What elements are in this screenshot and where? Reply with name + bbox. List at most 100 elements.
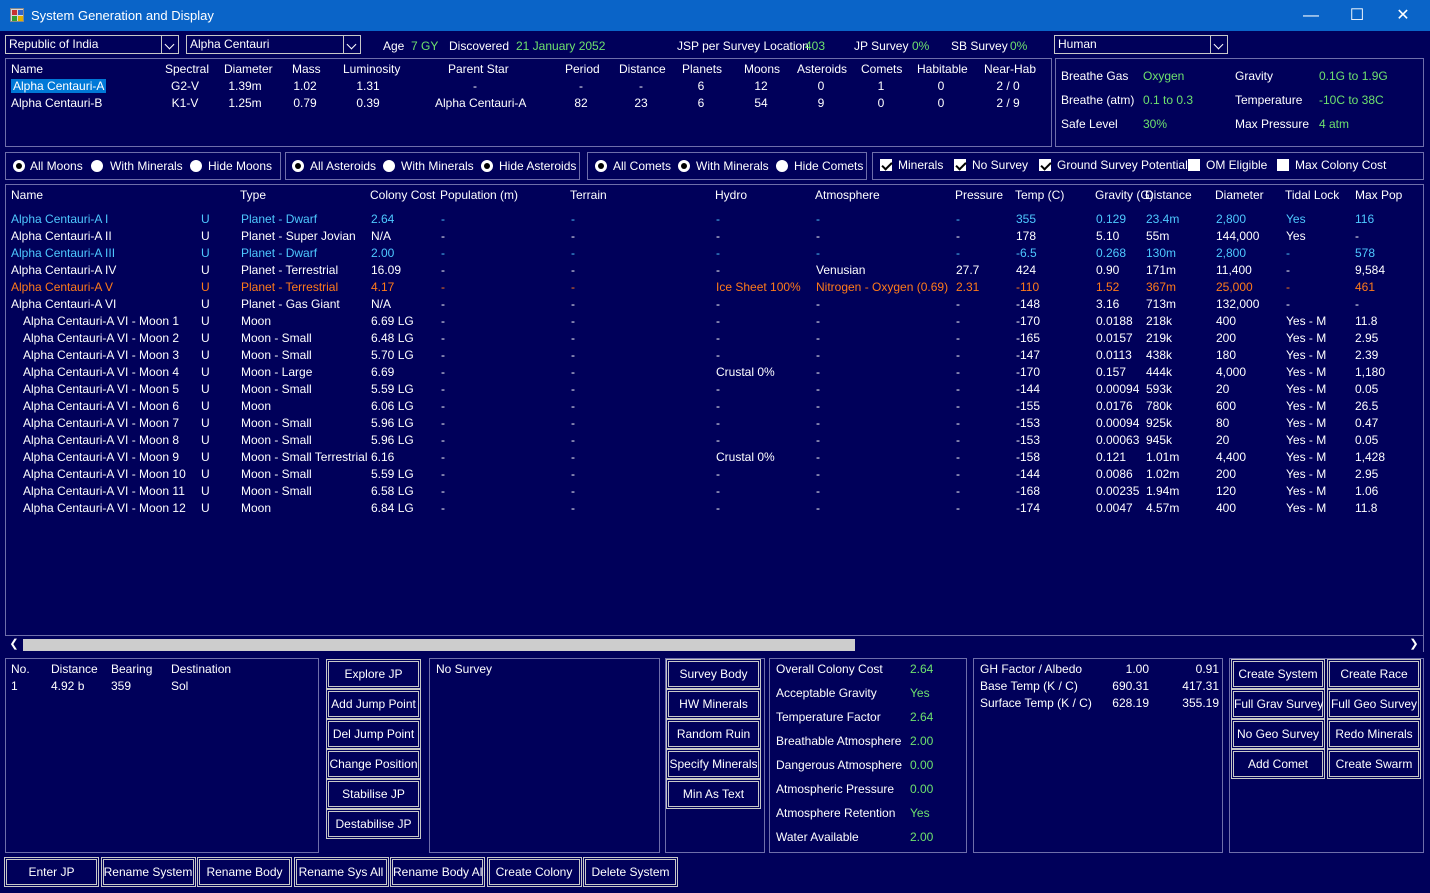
body-header-atmosphere[interactable]: Atmosphere bbox=[815, 188, 880, 202]
body-header-hydro[interactable]: Hydro bbox=[715, 188, 747, 202]
body-header-pressure[interactable]: Pressure bbox=[955, 188, 1003, 202]
body-header-colony-cost[interactable]: Colony Cost bbox=[370, 188, 435, 202]
jp-header-bearing[interactable]: Bearing bbox=[111, 662, 152, 676]
scrollbar-thumb[interactable] bbox=[23, 639, 855, 651]
horizontal-scrollbar[interactable]: ❮ ❯ bbox=[5, 635, 1423, 652]
random-ruin-button[interactable]: Random Ruin bbox=[667, 720, 760, 748]
add-jump-point-button[interactable]: Add Jump Point bbox=[327, 690, 420, 718]
body-row[interactable]: Alpha Centauri-A VI - Moon 12 U Moon 6.84 L… bbox=[6, 500, 1426, 517]
body-row[interactable]: Alpha Centauri-A VI - Moon 7 U Moon - Smal… bbox=[6, 415, 1426, 432]
body-header-temp[interactable]: Temp (C) bbox=[1015, 188, 1064, 202]
system-combo[interactable]: Alpha Centauri bbox=[186, 35, 361, 54]
create-colony-button[interactable]: Create Colony bbox=[487, 858, 581, 886]
all-moons-radio[interactable] bbox=[13, 160, 25, 172]
star-header-luminosity[interactable]: Luminosity bbox=[343, 62, 400, 76]
destabilise-jp-button[interactable]: Destabilise JP bbox=[327, 810, 420, 838]
scroll-left-icon[interactable]: ❮ bbox=[7, 637, 21, 651]
star-header-parent-star[interactable]: Parent Star bbox=[448, 62, 509, 76]
no-survey-checkbox[interactable] bbox=[954, 159, 966, 171]
body-row[interactable]: Alpha Centauri-A VI - Moon 8 U Moon - Smal… bbox=[6, 432, 1426, 449]
star-header-moons[interactable]: Moons bbox=[744, 62, 780, 76]
add-comet-button[interactable]: Add Comet bbox=[1232, 750, 1324, 778]
body-row[interactable]: Alpha Centauri-A VI - Moon 1 U Moon 6.69 LG… bbox=[6, 313, 1426, 330]
star-header-name[interactable]: Name bbox=[11, 62, 43, 76]
race-combo[interactable]: Republic of India bbox=[5, 35, 179, 54]
jp-header-distance[interactable]: Distance bbox=[51, 662, 98, 676]
delete-system-button[interactable]: Delete System bbox=[584, 858, 677, 886]
species-combo[interactable]: Human bbox=[1054, 35, 1228, 54]
body-header-diameter[interactable]: Diameter bbox=[1215, 188, 1264, 202]
star-header-mass[interactable]: Mass bbox=[292, 62, 321, 76]
create-race-button[interactable]: Create Race bbox=[1328, 660, 1420, 688]
om-eligible-checkbox[interactable] bbox=[1188, 159, 1200, 171]
create-system-button[interactable]: Create System bbox=[1232, 660, 1324, 688]
maximize-icon[interactable]: ☐ bbox=[1334, 0, 1380, 31]
rename-body-all-button[interactable]: Rename Body All bbox=[391, 858, 485, 886]
star-header-spectral[interactable]: Spectral bbox=[165, 62, 209, 76]
del-jump-point-button[interactable]: Del Jump Point bbox=[327, 720, 420, 748]
hw-minerals-button[interactable]: HW Minerals bbox=[667, 690, 760, 718]
star-header-period[interactable]: Period bbox=[565, 62, 600, 76]
star-row[interactable]: Alpha Centauri-B K1-V 1.25m 0.79 0.39 Alpha C… bbox=[6, 95, 1051, 112]
star-row[interactable]: Alpha Centauri-A G2-V 1.39m 1.02 1.31- - -6 12 0… bbox=[6, 78, 1051, 95]
jp-header-destination[interactable]: Destination bbox=[171, 662, 231, 676]
body-row[interactable]: Alpha Centauri-A VI - Moon 2 U Moon - Smal… bbox=[6, 330, 1426, 347]
rename-sys-all-button[interactable]: Rename Sys All bbox=[294, 858, 388, 886]
body-row[interactable]: Alpha Centauri-A III U Planet - Dwarf 2.00 -… bbox=[6, 245, 1426, 262]
star-header-diameter[interactable]: Diameter bbox=[224, 62, 273, 76]
moons-with-minerals-radio[interactable] bbox=[91, 160, 103, 172]
specify-minerals-button[interactable]: Specify Minerals bbox=[667, 750, 760, 778]
body-header-type[interactable]: Type bbox=[240, 188, 266, 202]
minerals-checkbox[interactable] bbox=[880, 159, 892, 171]
hide-moons-radio[interactable] bbox=[190, 160, 202, 172]
body-row[interactable]: Alpha Centauri-A II U Planet - Super Jovia… bbox=[6, 228, 1426, 245]
body-row[interactable]: Alpha Centauri-A I U Planet - Dwarf 2.64 - - -… bbox=[6, 211, 1426, 228]
full-grav-survey-button[interactable]: Full Grav Survey bbox=[1232, 690, 1324, 718]
body-row[interactable]: Alpha Centauri-A VI - Moon 6 U Moon 6.06 LG… bbox=[6, 398, 1426, 415]
asteroids-with-minerals-radio[interactable] bbox=[383, 160, 395, 172]
close-icon[interactable]: ✕ bbox=[1380, 0, 1426, 31]
stabilise-jp-button[interactable]: Stabilise JP bbox=[327, 780, 420, 808]
minimize-icon[interactable]: — bbox=[1288, 0, 1334, 31]
body-header-max-pop[interactable]: Max Pop bbox=[1355, 188, 1402, 202]
rename-system-button[interactable]: Rename System bbox=[101, 858, 195, 886]
enter-jp-button[interactable]: Enter JP bbox=[5, 858, 98, 886]
jp-row[interactable]: 1 4.92 b 359 Sol bbox=[6, 678, 316, 695]
body-header-tidal-lock[interactable]: Tidal Lock bbox=[1285, 188, 1339, 202]
body-header-name[interactable]: Name bbox=[11, 188, 43, 202]
body-row[interactable]: Alpha Centauri-A IV U Planet - Terrestrial… bbox=[6, 262, 1426, 279]
star-header-near-hab[interactable]: Near-Hab bbox=[984, 62, 1036, 76]
body-row[interactable]: Alpha Centauri-A VI - Moon 4 U Moon - Larg… bbox=[6, 364, 1426, 381]
body-row[interactable]: Alpha Centauri-A VI - Moon 5 U Moon - Smal… bbox=[6, 381, 1426, 398]
body-header-distance[interactable]: Distance bbox=[1145, 188, 1192, 202]
body-row[interactable]: Alpha Centauri-A VI - Moon 11 U Moon - Sma… bbox=[6, 483, 1426, 500]
create-swarm-button[interactable]: Create Swarm bbox=[1328, 750, 1420, 778]
star-header-planets[interactable]: Planets bbox=[682, 62, 722, 76]
jp-header-no[interactable]: No. bbox=[11, 662, 30, 676]
survey-body-button[interactable]: Survey Body bbox=[667, 660, 760, 688]
redo-minerals-button[interactable]: Redo Minerals bbox=[1328, 720, 1420, 748]
body-row[interactable]: Alpha Centauri-A VI - Moon 10 U Moon - Sma… bbox=[6, 466, 1426, 483]
rename-body-button[interactable]: Rename Body bbox=[198, 858, 291, 886]
hide-comets-radio[interactable] bbox=[776, 160, 788, 172]
body-row[interactable]: Alpha Centauri-A V U Planet - Terrestrial 4… bbox=[6, 279, 1426, 296]
body-row[interactable]: Alpha Centauri-A VI U Planet - Gas Giant N/… bbox=[6, 296, 1426, 313]
max-colony-cost-checkbox[interactable] bbox=[1277, 159, 1289, 171]
star-header-habitable[interactable]: Habitable bbox=[917, 62, 968, 76]
star-header-asteroids[interactable]: Asteroids bbox=[797, 62, 847, 76]
star-header-distance[interactable]: Distance bbox=[619, 62, 666, 76]
body-row[interactable]: Alpha Centauri-A VI - Moon 9 U Moon - Smal… bbox=[6, 449, 1426, 466]
all-asteroids-radio[interactable] bbox=[292, 160, 304, 172]
body-header-population[interactable]: Population (m) bbox=[440, 188, 518, 202]
body-row[interactable]: Alpha Centauri-A VI - Moon 3 U Moon - Smal… bbox=[6, 347, 1426, 364]
ground-survey-checkbox[interactable] bbox=[1039, 159, 1051, 171]
scroll-right-icon[interactable]: ❯ bbox=[1407, 637, 1421, 651]
explore-jp-button[interactable]: Explore JP bbox=[327, 660, 420, 688]
change-position-button[interactable]: Change Position bbox=[327, 750, 420, 778]
hide-asteroids-radio[interactable] bbox=[481, 160, 493, 172]
no-geo-survey-button[interactable]: No Geo Survey bbox=[1232, 720, 1324, 748]
body-header-terrain[interactable]: Terrain bbox=[570, 188, 607, 202]
star-header-comets[interactable]: Comets bbox=[861, 62, 902, 76]
full-geo-survey-button[interactable]: Full Geo Survey bbox=[1328, 690, 1420, 718]
comets-with-minerals-radio[interactable] bbox=[678, 160, 690, 172]
